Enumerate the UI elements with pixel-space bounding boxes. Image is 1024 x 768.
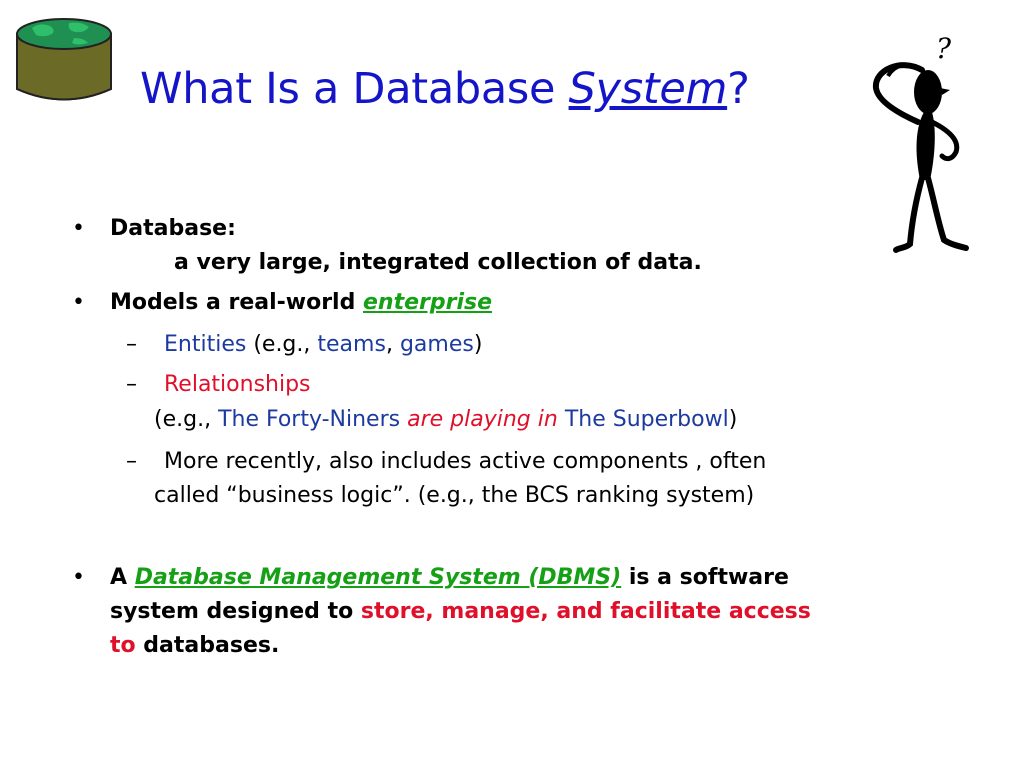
sub-1-text: Entities (e.g., teams, games) (164, 332, 482, 358)
bullet-1-definition: a very large, integrated collection of d… (174, 250, 702, 275)
database-icon (16, 18, 112, 101)
bullet-3-line-1: A Database Management System (DBMS) is a… (110, 565, 789, 591)
bullet-3-a: A (110, 565, 135, 590)
sub-2-superbowl: The Superbowl (564, 407, 729, 432)
question-mark-icon: ? (936, 32, 952, 65)
thinker-figure-icon: ? (873, 32, 969, 253)
bullet-1-marker: • (72, 216, 85, 241)
bullet-3-line-3: to databases. (110, 633, 279, 659)
bullet-3-rest: is a software (621, 565, 789, 590)
sub-2-playing: are playing in (400, 407, 565, 432)
sub-2-eg: (e.g., (154, 407, 219, 432)
slide-title: What Is a Database System? (140, 64, 750, 114)
bullet-3-line-2-pre: system designed to (110, 599, 361, 624)
bullet-2-text: Models a real-world enterprise (110, 290, 492, 316)
sub-2-relationships: Relationships (164, 372, 311, 397)
sub-1-teams: teams (317, 332, 386, 357)
bullet-1-label: Database: (110, 216, 236, 241)
sub-1-games: games (399, 332, 474, 357)
bullet-2-marker: • (72, 290, 85, 315)
sub-2-example: (e.g., The Forty-Niners are playing in T… (154, 407, 737, 433)
sub-1-comma: , (385, 332, 400, 357)
sub-1-marker: – (126, 332, 137, 357)
bullet-3-line-3-post: databases. (135, 633, 280, 658)
bullet-3-line-2: system designed to store, manage, and fa… (110, 599, 811, 625)
bullet-2-enterprise: enterprise (363, 290, 493, 315)
sub-2-niners: The Forty-Niners (218, 407, 401, 432)
sub-2-marker: – (126, 372, 137, 397)
sub-3-line-2: called “business logic”. (e.g., the BCS … (154, 483, 755, 508)
title-post: ? (727, 64, 750, 114)
bullet-3-line-3-red: to (110, 633, 136, 658)
title-emphasis: System (568, 64, 728, 114)
sub-3-marker: – (126, 449, 137, 474)
bullet-3-line-2-red: store, manage, and facilitate access (360, 599, 811, 624)
bullet-2-pre: Models a real-world (110, 290, 363, 315)
title-pre: What Is a Database (140, 64, 569, 114)
sub-3-line-1: More recently, also includes active comp… (164, 449, 767, 474)
bullet-3-marker: • (72, 565, 85, 590)
sub-1-entities: Entities (164, 332, 247, 357)
sub-1-close: ) (473, 332, 483, 357)
bullet-3-dbms: Database Management System (DBMS) (134, 565, 622, 590)
sub-1-eg: (e.g., (246, 332, 318, 357)
sub-2-close: ) (728, 407, 738, 432)
